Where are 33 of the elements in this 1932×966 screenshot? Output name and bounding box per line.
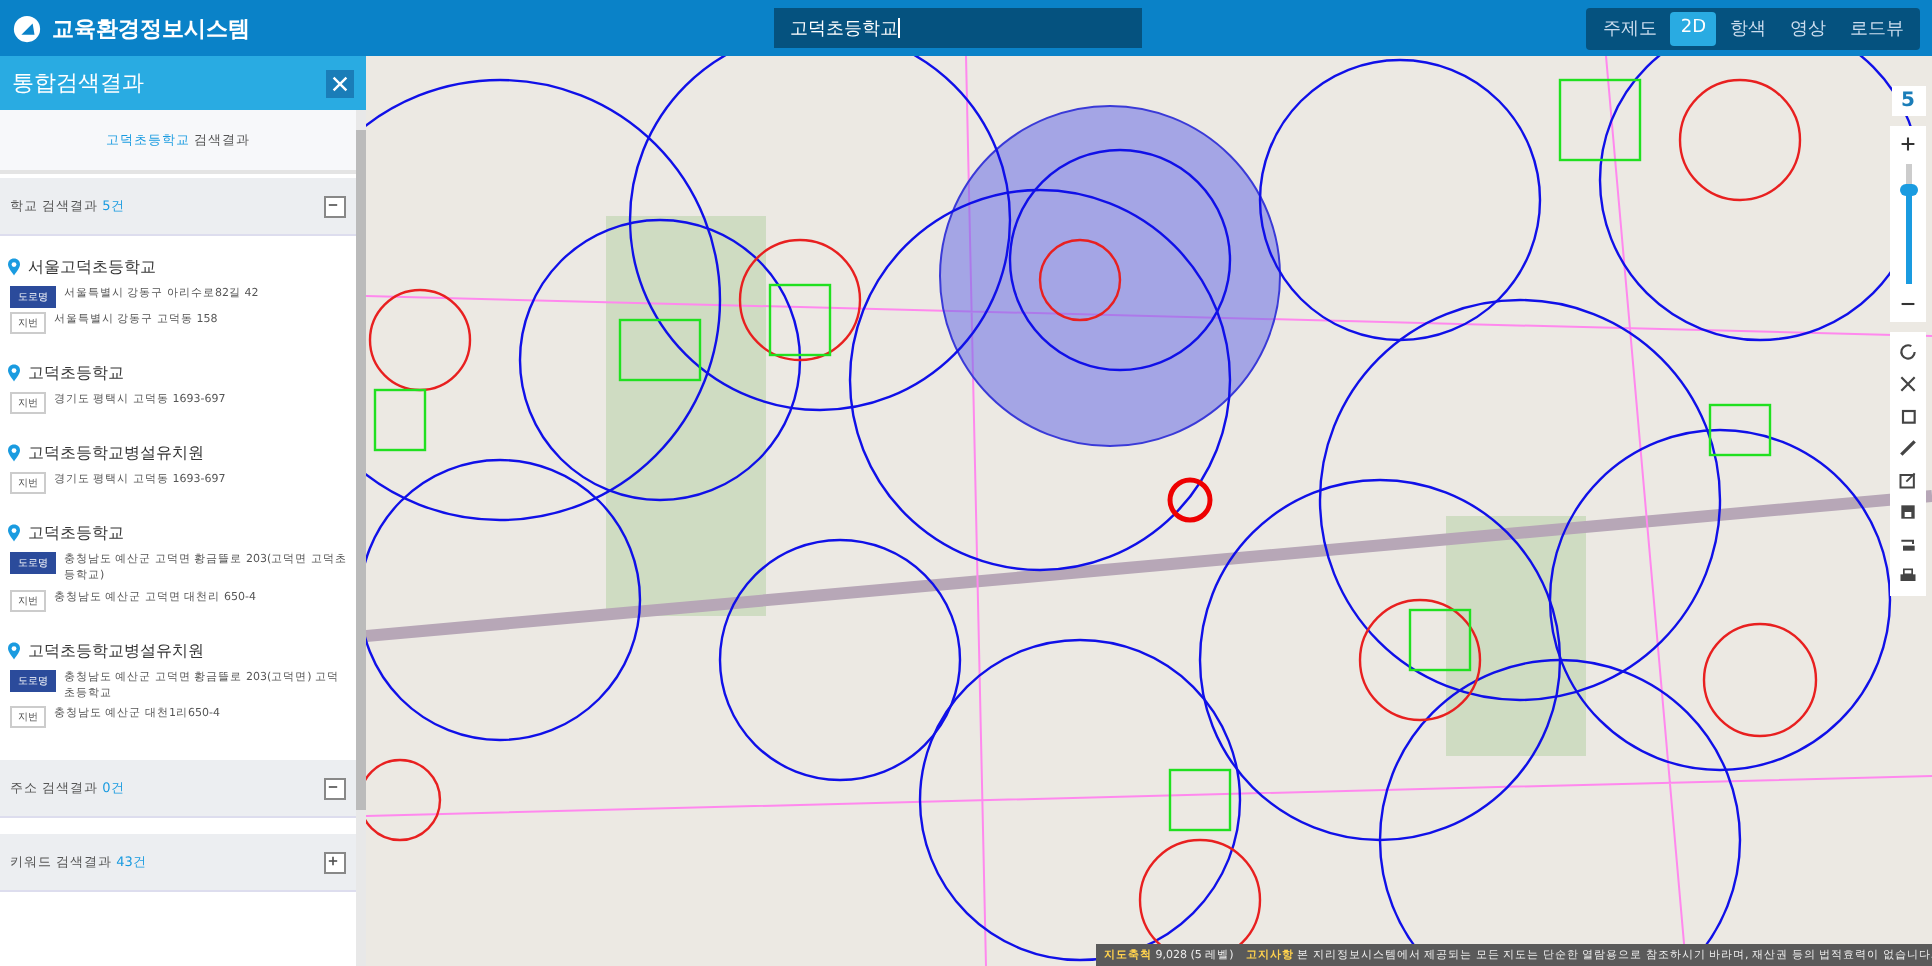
scrollbar-thumb[interactable] [356, 130, 366, 810]
location-pin-icon [8, 524, 20, 542]
school-name[interactable]: 고덕초등학교 [28, 522, 124, 544]
location-pin-icon [8, 444, 20, 462]
location-pin-icon [8, 364, 20, 382]
pencil-icon[interactable] [1898, 438, 1918, 458]
plus-icon[interactable] [1900, 136, 1916, 152]
print-icon[interactable] [1898, 566, 1918, 586]
search-field[interactable]: 고덕초등학교 [774, 8, 1142, 48]
map-type-tab[interactable]: 주제도 [1592, 11, 1667, 45]
zoom-slider[interactable] [1905, 164, 1911, 284]
location-pin-icon [8, 641, 20, 659]
save-icon[interactable] [1898, 502, 1918, 522]
toggle-icon[interactable] [324, 851, 346, 873]
panel-title: 통합검색결과 [12, 68, 144, 98]
close-icon[interactable] [332, 75, 348, 91]
logo-icon [12, 13, 42, 43]
share-icon[interactable] [1898, 470, 1918, 490]
school-name[interactable]: 고덕초등학교병설유치원 [28, 442, 204, 464]
school-name[interactable]: 서울고덕초등학교 [28, 256, 156, 278]
map-type-tab[interactable]: 로드뷰 [1840, 11, 1914, 45]
toggle-icon[interactable] [324, 777, 346, 799]
location-pin-icon [8, 258, 20, 276]
school-name[interactable]: 고덕초등학교병설유치원 [28, 639, 204, 661]
zoom-level-indicator: 5 [1891, 86, 1925, 116]
close-button[interactable] [326, 69, 354, 97]
school-name[interactable]: 고덕초등학교 [28, 362, 124, 384]
refresh-icon[interactable] [1898, 342, 1918, 362]
app-title: 교육환경정보시스템 [52, 13, 250, 43]
map-type-tab[interactable]: 영상 [1780, 11, 1836, 45]
toggle-icon[interactable] [324, 195, 346, 217]
slider-thumb[interactable] [1899, 184, 1917, 197]
map-type-tab[interactable]: 항색 [1720, 11, 1776, 45]
